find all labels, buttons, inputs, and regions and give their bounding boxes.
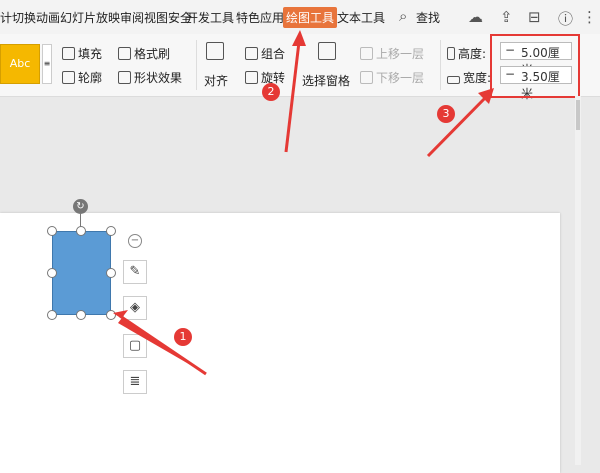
arrow-1-shaft <box>119 314 207 376</box>
annotation-arrows <box>113 30 494 376</box>
step-badge-2: 2 <box>262 83 280 101</box>
step-badge-1: 1 <box>174 328 192 346</box>
arrow-3-shaft <box>426 93 490 158</box>
arrow-2-shaft <box>284 41 301 153</box>
arrow-2 <box>292 30 306 46</box>
step-badge-3: 3 <box>437 105 455 123</box>
